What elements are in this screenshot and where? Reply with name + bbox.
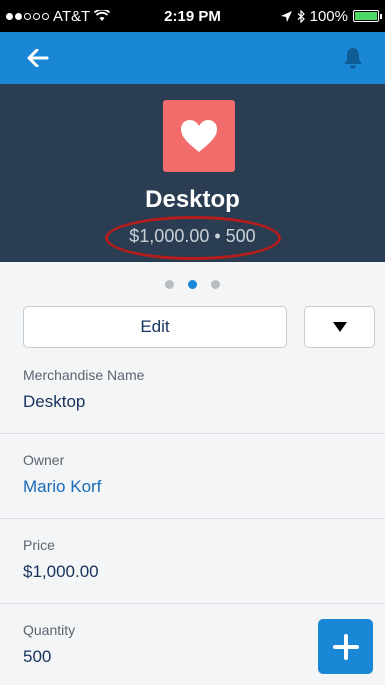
back-arrow-icon (27, 49, 49, 67)
page-dot-3[interactable] (211, 280, 220, 289)
status-time: 2:19 PM (164, 7, 221, 25)
page-dot-1[interactable] (165, 280, 174, 289)
owner-link[interactable]: Mario Korf (23, 477, 101, 497)
highlight-annotation-ring (105, 216, 281, 260)
battery-percent: 100% (309, 7, 348, 25)
field-value: Desktop (23, 392, 86, 411)
bell-icon (344, 48, 362, 69)
plus-icon (332, 633, 359, 660)
field-price: Price $1,000.00 (0, 519, 385, 604)
page-dot-2[interactable] (188, 280, 197, 289)
field-label: Price (23, 537, 55, 553)
field-merchandise-name: Merchandise Name Desktop (0, 349, 385, 434)
signal-strength-icon (6, 12, 49, 20)
notifications-button[interactable] (335, 40, 371, 76)
wifi-icon (94, 10, 111, 21)
add-button[interactable] (318, 619, 373, 674)
field-owner: Owner Mario Korf (0, 434, 385, 519)
battery-icon (352, 10, 382, 22)
bluetooth-icon (297, 9, 305, 23)
heart-icon (181, 120, 217, 152)
location-icon (280, 10, 292, 22)
field-value: 500 (23, 647, 52, 666)
field-label: Owner (23, 452, 65, 468)
back-button[interactable] (20, 40, 56, 76)
record-title: Desktop (145, 186, 240, 213)
carrier-label: AT&T (53, 7, 91, 25)
record-header: Desktop $1,000.00 • 500 (0, 84, 385, 262)
field-label: Merchandise Name (23, 367, 145, 383)
status-left: AT&T (6, 8, 130, 25)
edit-button[interactable]: Edit (23, 306, 287, 348)
status-bar: AT&T 2:19 PM 100% (0, 0, 385, 32)
nav-bar (0, 32, 385, 84)
triangle-down-icon (332, 322, 347, 332)
field-label: Quantity (23, 622, 76, 638)
page-indicator (0, 280, 385, 289)
more-actions-button[interactable] (304, 306, 375, 348)
field-value: $1,000.00 (23, 562, 99, 581)
record-icon-tile (163, 100, 235, 172)
status-right: 100% (255, 7, 382, 25)
